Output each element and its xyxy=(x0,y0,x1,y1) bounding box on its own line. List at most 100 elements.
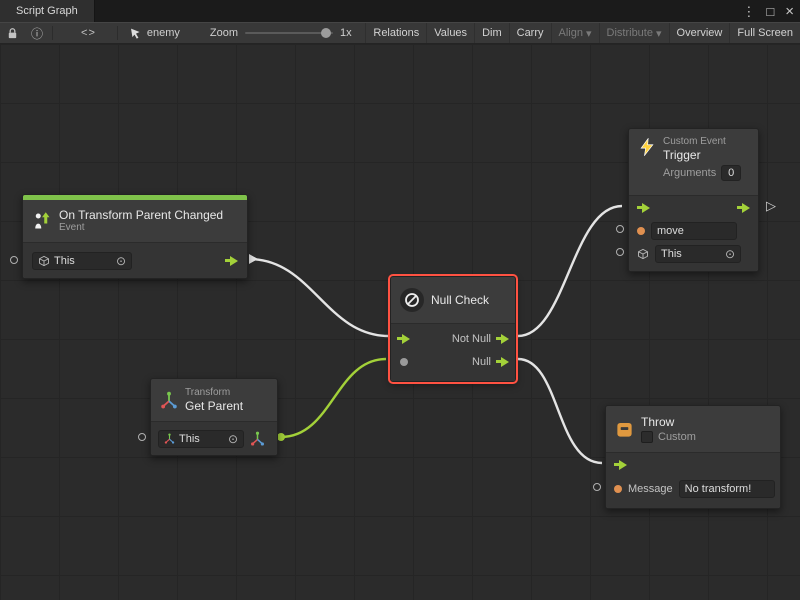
arguments-count-field[interactable]: 0 xyxy=(721,165,741,181)
node-header: Throw Custom xyxy=(606,406,780,452)
toolbar-separator xyxy=(52,26,53,40)
custom-event-bolt-icon xyxy=(638,138,656,156)
relations-button[interactable]: Relations xyxy=(365,23,426,43)
value-input-port[interactable] xyxy=(10,256,18,264)
flow-input-port[interactable] xyxy=(614,460,627,470)
node-get-parent[interactable]: Transform Get Parent This ⊙ xyxy=(150,378,278,456)
target-dropdown[interactable]: This ⊙ xyxy=(32,252,132,270)
transform-parent-changed-icon xyxy=(32,211,52,231)
toolbar-separator xyxy=(117,26,118,40)
value-input-port[interactable] xyxy=(616,225,624,233)
flow-input-port[interactable] xyxy=(637,203,650,213)
null-check-icon xyxy=(400,288,424,312)
value-input-port-dot[interactable] xyxy=(400,358,408,366)
node-title: Trigger xyxy=(663,148,741,162)
flow-continue-icon: ▷ xyxy=(766,199,776,212)
wire-null-to-throw[interactable] xyxy=(518,359,602,463)
transform-axes-icon xyxy=(164,433,175,444)
node-null-check[interactable]: Null Check Not Null Null xyxy=(390,276,516,382)
port-label-null: Null xyxy=(472,356,491,368)
graph-toolbar: ⓘ <> enemy Zoom 1x Relations Values Dim … xyxy=(0,22,800,44)
values-button[interactable]: Values xyxy=(426,23,474,43)
node-body: This ⊙ xyxy=(23,242,247,278)
value-input-port[interactable] xyxy=(138,433,146,441)
target-value: This xyxy=(179,433,200,445)
more-menu-icon[interactable]: ⋮ xyxy=(742,5,755,18)
node-throw[interactable]: Throw Custom Message xyxy=(605,405,781,509)
align-button[interactable]: Align ▾ xyxy=(551,23,599,43)
flow-output-port[interactable] xyxy=(737,203,750,213)
graph-name: enemy xyxy=(147,27,180,39)
tab-script-graph[interactable]: Script Graph xyxy=(0,0,95,22)
value-input-port[interactable] xyxy=(616,248,624,256)
lock-button[interactable] xyxy=(0,23,25,43)
flow-input-port[interactable] xyxy=(397,334,410,344)
node-header: Transform Get Parent xyxy=(151,379,277,421)
node-title: On Transform Parent Changed xyxy=(59,208,223,222)
carry-button[interactable]: Carry xyxy=(509,23,551,43)
target-dropdown[interactable]: This ⊙ xyxy=(655,245,741,263)
zoom-label: Zoom xyxy=(210,27,238,39)
message-input[interactable] xyxy=(679,480,775,498)
object-picker-icon[interactable]: ⊙ xyxy=(116,255,126,267)
node-header: On Transform Parent Changed Event xyxy=(23,200,247,242)
target-value: This xyxy=(661,248,682,260)
info-icon: ⓘ xyxy=(31,25,43,42)
graph-asset-icon xyxy=(129,27,142,40)
port-label-not-null: Not Null xyxy=(452,333,491,345)
zoom-slider-handle[interactable] xyxy=(321,28,331,38)
zoom-slider[interactable] xyxy=(245,32,333,34)
graph-canvas[interactable]: On Transform Parent Changed Event This ⊙… xyxy=(0,44,800,600)
align-label: Align xyxy=(559,27,583,39)
wire-notnull-to-trigger[interactable] xyxy=(518,206,622,336)
object-picker-icon[interactable]: ⊙ xyxy=(228,433,238,445)
info-button[interactable]: ⓘ xyxy=(25,23,49,43)
maximize-icon[interactable]: □ xyxy=(766,5,774,18)
object-picker-icon[interactable]: ⊙ xyxy=(725,248,735,260)
message-label: Message xyxy=(628,483,673,495)
distribute-button[interactable]: Distribute ▾ xyxy=(599,23,669,43)
distribute-label: Distribute xyxy=(607,27,653,39)
node-header: Custom Event Trigger Arguments 0 xyxy=(629,129,758,195)
node-on-transform-parent-changed[interactable]: On Transform Parent Changed Event This ⊙ xyxy=(22,194,248,279)
target-dropdown[interactable]: This ⊙ xyxy=(158,430,244,448)
event-name-port-dot[interactable] xyxy=(637,227,645,235)
throw-exception-icon xyxy=(615,420,634,439)
transform-axes-icon xyxy=(160,391,178,409)
zoom-control: Zoom 1x xyxy=(210,27,352,39)
node-body: Message xyxy=(606,452,780,508)
event-name-input[interactable] xyxy=(651,222,737,240)
custom-label: Custom xyxy=(658,431,696,443)
null-slash-icon xyxy=(404,292,420,308)
message-port-dot[interactable] xyxy=(614,485,622,493)
target-value: This xyxy=(54,255,75,267)
code-icon: <> xyxy=(81,27,96,39)
node-body: This ⊙ xyxy=(151,421,277,455)
graph-asset-label[interactable]: enemy xyxy=(121,27,188,40)
node-subtitle: Event xyxy=(59,222,223,234)
custom-checkbox[interactable] xyxy=(641,431,653,443)
full-screen-button[interactable]: Full Screen xyxy=(729,23,800,43)
value-input-port[interactable] xyxy=(593,483,601,491)
flow-output-port[interactable] xyxy=(225,256,238,266)
node-trigger-custom-event[interactable]: Custom Event Trigger Arguments 0 This xyxy=(628,128,759,272)
flow-output-not-null-port[interactable] xyxy=(496,334,509,344)
chevron-down-icon: ▾ xyxy=(656,27,662,40)
window-titlebar: Script Graph ⋮ □ × xyxy=(0,0,800,22)
node-header: Null Check xyxy=(391,277,515,323)
flow-output-null-port[interactable] xyxy=(496,357,509,367)
node-category: Transform xyxy=(185,387,243,399)
toolbar-button-group: Relations Values Dim Carry Align ▾ Distr… xyxy=(365,23,800,43)
close-icon[interactable]: × xyxy=(785,4,794,19)
edit-code-button[interactable]: <> xyxy=(74,23,103,43)
wire-event-to-nullcheck[interactable] xyxy=(249,259,389,336)
node-title: Throw xyxy=(641,415,696,429)
overview-button[interactable]: Overview xyxy=(669,23,730,43)
transform-output-port-icon[interactable] xyxy=(250,431,265,446)
node-category: Custom Event xyxy=(663,136,741,148)
node-body: Not Null Null xyxy=(391,323,515,381)
wire-getparent-to-nullcheck[interactable] xyxy=(281,359,386,437)
zoom-value: 1x xyxy=(340,27,352,39)
node-body: This ⊙ xyxy=(629,195,758,271)
dim-button[interactable]: Dim xyxy=(474,23,509,43)
